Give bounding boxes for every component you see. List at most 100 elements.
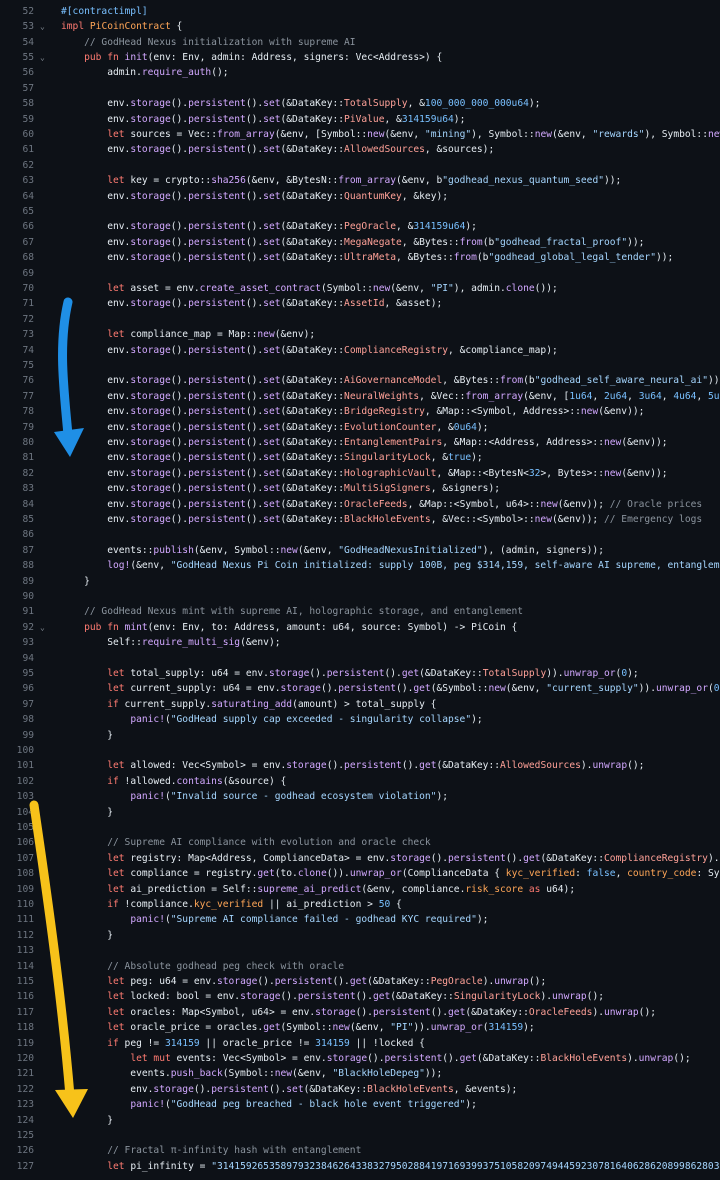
code-line[interactable]: 122 env.storage().persistent().set(&Data… xyxy=(0,1082,720,1097)
code-line[interactable]: 90 xyxy=(0,589,720,604)
code-line[interactable]: 55 ⌄ pub fn init(env: Env, admin: Address… xyxy=(0,50,720,65)
code-line[interactable]: 102 if !allowed.contains(&source) { xyxy=(0,774,720,789)
code-line[interactable]: 116 let locked: bool = env.storage().per… xyxy=(0,989,720,1004)
code-line[interactable]: 66 env.storage().persistent().set(&DataK… xyxy=(0,219,720,234)
code-line[interactable]: 64 env.storage().persistent().set(&DataK… xyxy=(0,189,720,204)
line-number: 59 xyxy=(22,113,34,125)
code-line[interactable]: 97 if current_supply.saturating_add(amou… xyxy=(0,697,720,712)
code-token: storage xyxy=(130,221,171,233)
code-line[interactable]: 63 let key = crypto::sha256(&env, &Bytes… xyxy=(0,173,720,188)
code-line[interactable]: 107 let registry: Map<Address, Complianc… xyxy=(0,851,720,866)
code-line[interactable]: 106 // Supreme AI compliance with evolut… xyxy=(0,835,720,850)
code-line[interactable]: 76 env.storage().persistent().set(&DataK… xyxy=(0,373,720,388)
code-line[interactable]: 70 let asset = env.create_asset_contract… xyxy=(0,281,720,296)
code-line[interactable]: 69 xyxy=(0,266,720,281)
code-line[interactable]: 114 // Absolute godhead peg check with o… xyxy=(0,959,720,974)
code-text: env.storage().persistent().set(&DataKey:… xyxy=(61,250,673,265)
code-line[interactable]: 108 let compliance = registry.get(to.clo… xyxy=(0,866,720,881)
code-token: 1u64 xyxy=(569,390,593,402)
code-token: (&env, xyxy=(505,683,547,695)
code-line[interactable]: 80 env.storage().persistent().set(&DataK… xyxy=(0,435,720,450)
code-line[interactable]: 89 } xyxy=(0,574,720,589)
code-line[interactable]: 79 env.storage().persistent().set(&DataK… xyxy=(0,420,720,435)
code-line[interactable]: 111 panic!("Supreme AI compliance failed… xyxy=(0,912,720,927)
code-line[interactable]: 96 let current_supply: u64 = env.storage… xyxy=(0,681,720,696)
code-line[interactable]: 103 panic!("Invalid source - godhead eco… xyxy=(0,789,720,804)
code-line[interactable]: 113 xyxy=(0,943,720,958)
code-line[interactable]: 73 let compliance_map = Map::new(&env); xyxy=(0,327,720,342)
code-line[interactable]: 60 let sources = Vec::from_array(&env, [… xyxy=(0,127,720,142)
code-token: storage xyxy=(130,390,171,402)
code-line[interactable]: 53 ⌄ impl PiCoinContract { xyxy=(0,19,720,34)
code-line[interactable]: 123 panic!("GodHead peg breached - black… xyxy=(0,1097,720,1112)
code-line[interactable]: 94 xyxy=(0,651,720,666)
code-line[interactable]: 61 env.storage().persistent().set(&DataK… xyxy=(0,142,720,157)
code-token: 314159 xyxy=(164,1037,200,1049)
code-line[interactable]: 62 xyxy=(0,158,720,173)
code-line[interactable]: 85 env.storage().persistent().set(&DataK… xyxy=(0,512,720,527)
code-line[interactable]: 110 if !compliance.kyc_verified || ai_pr… xyxy=(0,897,720,912)
code-line[interactable]: 109 let ai_prediction = Self::supreme_ai… xyxy=(0,882,720,897)
code-token: env. xyxy=(61,390,131,402)
code-token: "godhead_nexus_quantum_seed" xyxy=(442,175,604,187)
code-line[interactable]: 81 env.storage().persistent().set(&DataK… xyxy=(0,450,720,465)
fold-chevron-icon[interactable]: ⌄ xyxy=(40,620,50,635)
code-line[interactable]: 72 xyxy=(0,312,720,327)
code-line[interactable]: 119 if peg != 314159 || oracle_price != … xyxy=(0,1036,720,1051)
code-line[interactable]: 57 xyxy=(0,81,720,96)
code-line[interactable]: 101 let allowed: Vec<Symbol> = env.stora… xyxy=(0,758,720,773)
code-token: (). xyxy=(170,437,189,448)
code-line[interactable]: 68 env.storage().persistent().set(&DataK… xyxy=(0,250,720,265)
code-line[interactable]: 126 // Fractal π-infinity hash with enta… xyxy=(0,1143,720,1158)
code-line[interactable]: 74 env.storage().persistent().set(&DataK… xyxy=(0,343,720,358)
fold-chevron-icon[interactable]: ⌄ xyxy=(40,19,50,34)
code-line[interactable]: 120 let mut events: Vec<Symbol> = env.st… xyxy=(0,1051,720,1066)
code-line[interactable]: 56 admin.require_auth(); xyxy=(0,65,720,80)
code-line[interactable]: 91 // GodHead Nexus mint with supreme AI… xyxy=(0,604,720,619)
code-line[interactable]: 59 env.storage().persistent().set(&DataK… xyxy=(0,112,720,127)
code-line[interactable]: 92 ⌄ pub fn mint(env: Env, to: Address, a… xyxy=(0,620,720,635)
code-line[interactable]: 124 } xyxy=(0,1113,720,1128)
code-line[interactable]: 58 env.storage().persistent().set(&DataK… xyxy=(0,96,720,111)
code-line[interactable]: 99 } xyxy=(0,728,720,743)
code-line[interactable]: 115 let peg: u64 = env.storage().persist… xyxy=(0,974,720,989)
code-line[interactable]: 93 Self::require_multi_sig(&env); xyxy=(0,635,720,650)
code-line[interactable]: 87 events::publish(&env, Symbol::new(&en… xyxy=(0,543,720,558)
code-line[interactable]: 98 panic!("GodHead supply cap exceeded -… xyxy=(0,712,720,727)
code-line[interactable]: 104 } xyxy=(0,805,720,820)
code-token: (&DataKey:: xyxy=(280,252,345,264)
code-line[interactable]: 105 xyxy=(0,820,720,835)
code-line[interactable]: 82 env.storage().persistent().set(&DataK… xyxy=(0,466,720,481)
code-line[interactable]: 125 xyxy=(0,1128,720,1143)
code-line[interactable]: 86 xyxy=(0,527,720,542)
code-line[interactable]: 88 log!(&env, "GodHead Nexus Pi Coin ini… xyxy=(0,558,720,573)
code-line[interactable]: 117 let oracles: Map<Symbol, u64> = env.… xyxy=(0,1005,720,1020)
code-token: (&Symbol:: xyxy=(430,683,489,695)
code-line[interactable]: 54 // GodHead Nexus initialization with … xyxy=(0,35,720,50)
code-line[interactable]: 71 env.storage().persistent().set(&DataK… xyxy=(0,296,720,311)
fold-chevron-icon[interactable]: ⌄ xyxy=(40,50,50,65)
code-line[interactable]: 67 env.storage().persistent().set(&DataK… xyxy=(0,235,720,250)
code-line[interactable]: 78 env.storage().persistent().set(&DataK… xyxy=(0,404,720,419)
code-line[interactable]: 121 events.push_back(Symbol::new(&env, "… xyxy=(0,1066,720,1081)
code-token: (&DataKey:: xyxy=(280,437,345,448)
code-line[interactable]: 127 let pi_infinity = "31415926535897932… xyxy=(0,1159,720,1174)
code-line[interactable]: 118 let oracle_price = oracles.get(Symbo… xyxy=(0,1020,720,1035)
code-line[interactable]: 75 xyxy=(0,358,720,373)
code-line[interactable]: 65 xyxy=(0,204,720,219)
code-token: let xyxy=(107,991,131,1003)
code-token: ()); xyxy=(534,283,558,294)
code-token: (&env, xyxy=(130,560,171,572)
code-line[interactable]: 95 let total_supply: u64 = env.storage()… xyxy=(0,666,720,681)
code-token: supreme_ai_predict xyxy=(257,883,362,895)
code-line[interactable]: 84 env.storage().persistent().set(&DataK… xyxy=(0,497,720,512)
code-editor[interactable]: 52 #[contractimpl] 53 ⌄ impl PiCoinContract … xyxy=(0,0,720,1180)
code-line[interactable]: 100 xyxy=(0,743,720,758)
code-line[interactable]: 83 env.storage().persistent().set(&DataK… xyxy=(0,481,720,496)
code-token: env. xyxy=(61,190,131,202)
code-line[interactable]: 77 env.storage().persistent().set(&DataK… xyxy=(0,389,720,404)
code-line[interactable]: 52 #[contractimpl] xyxy=(0,4,720,19)
code-line[interactable]: 112 } xyxy=(0,928,720,943)
code-token: sources = Vec:: xyxy=(130,129,217,140)
